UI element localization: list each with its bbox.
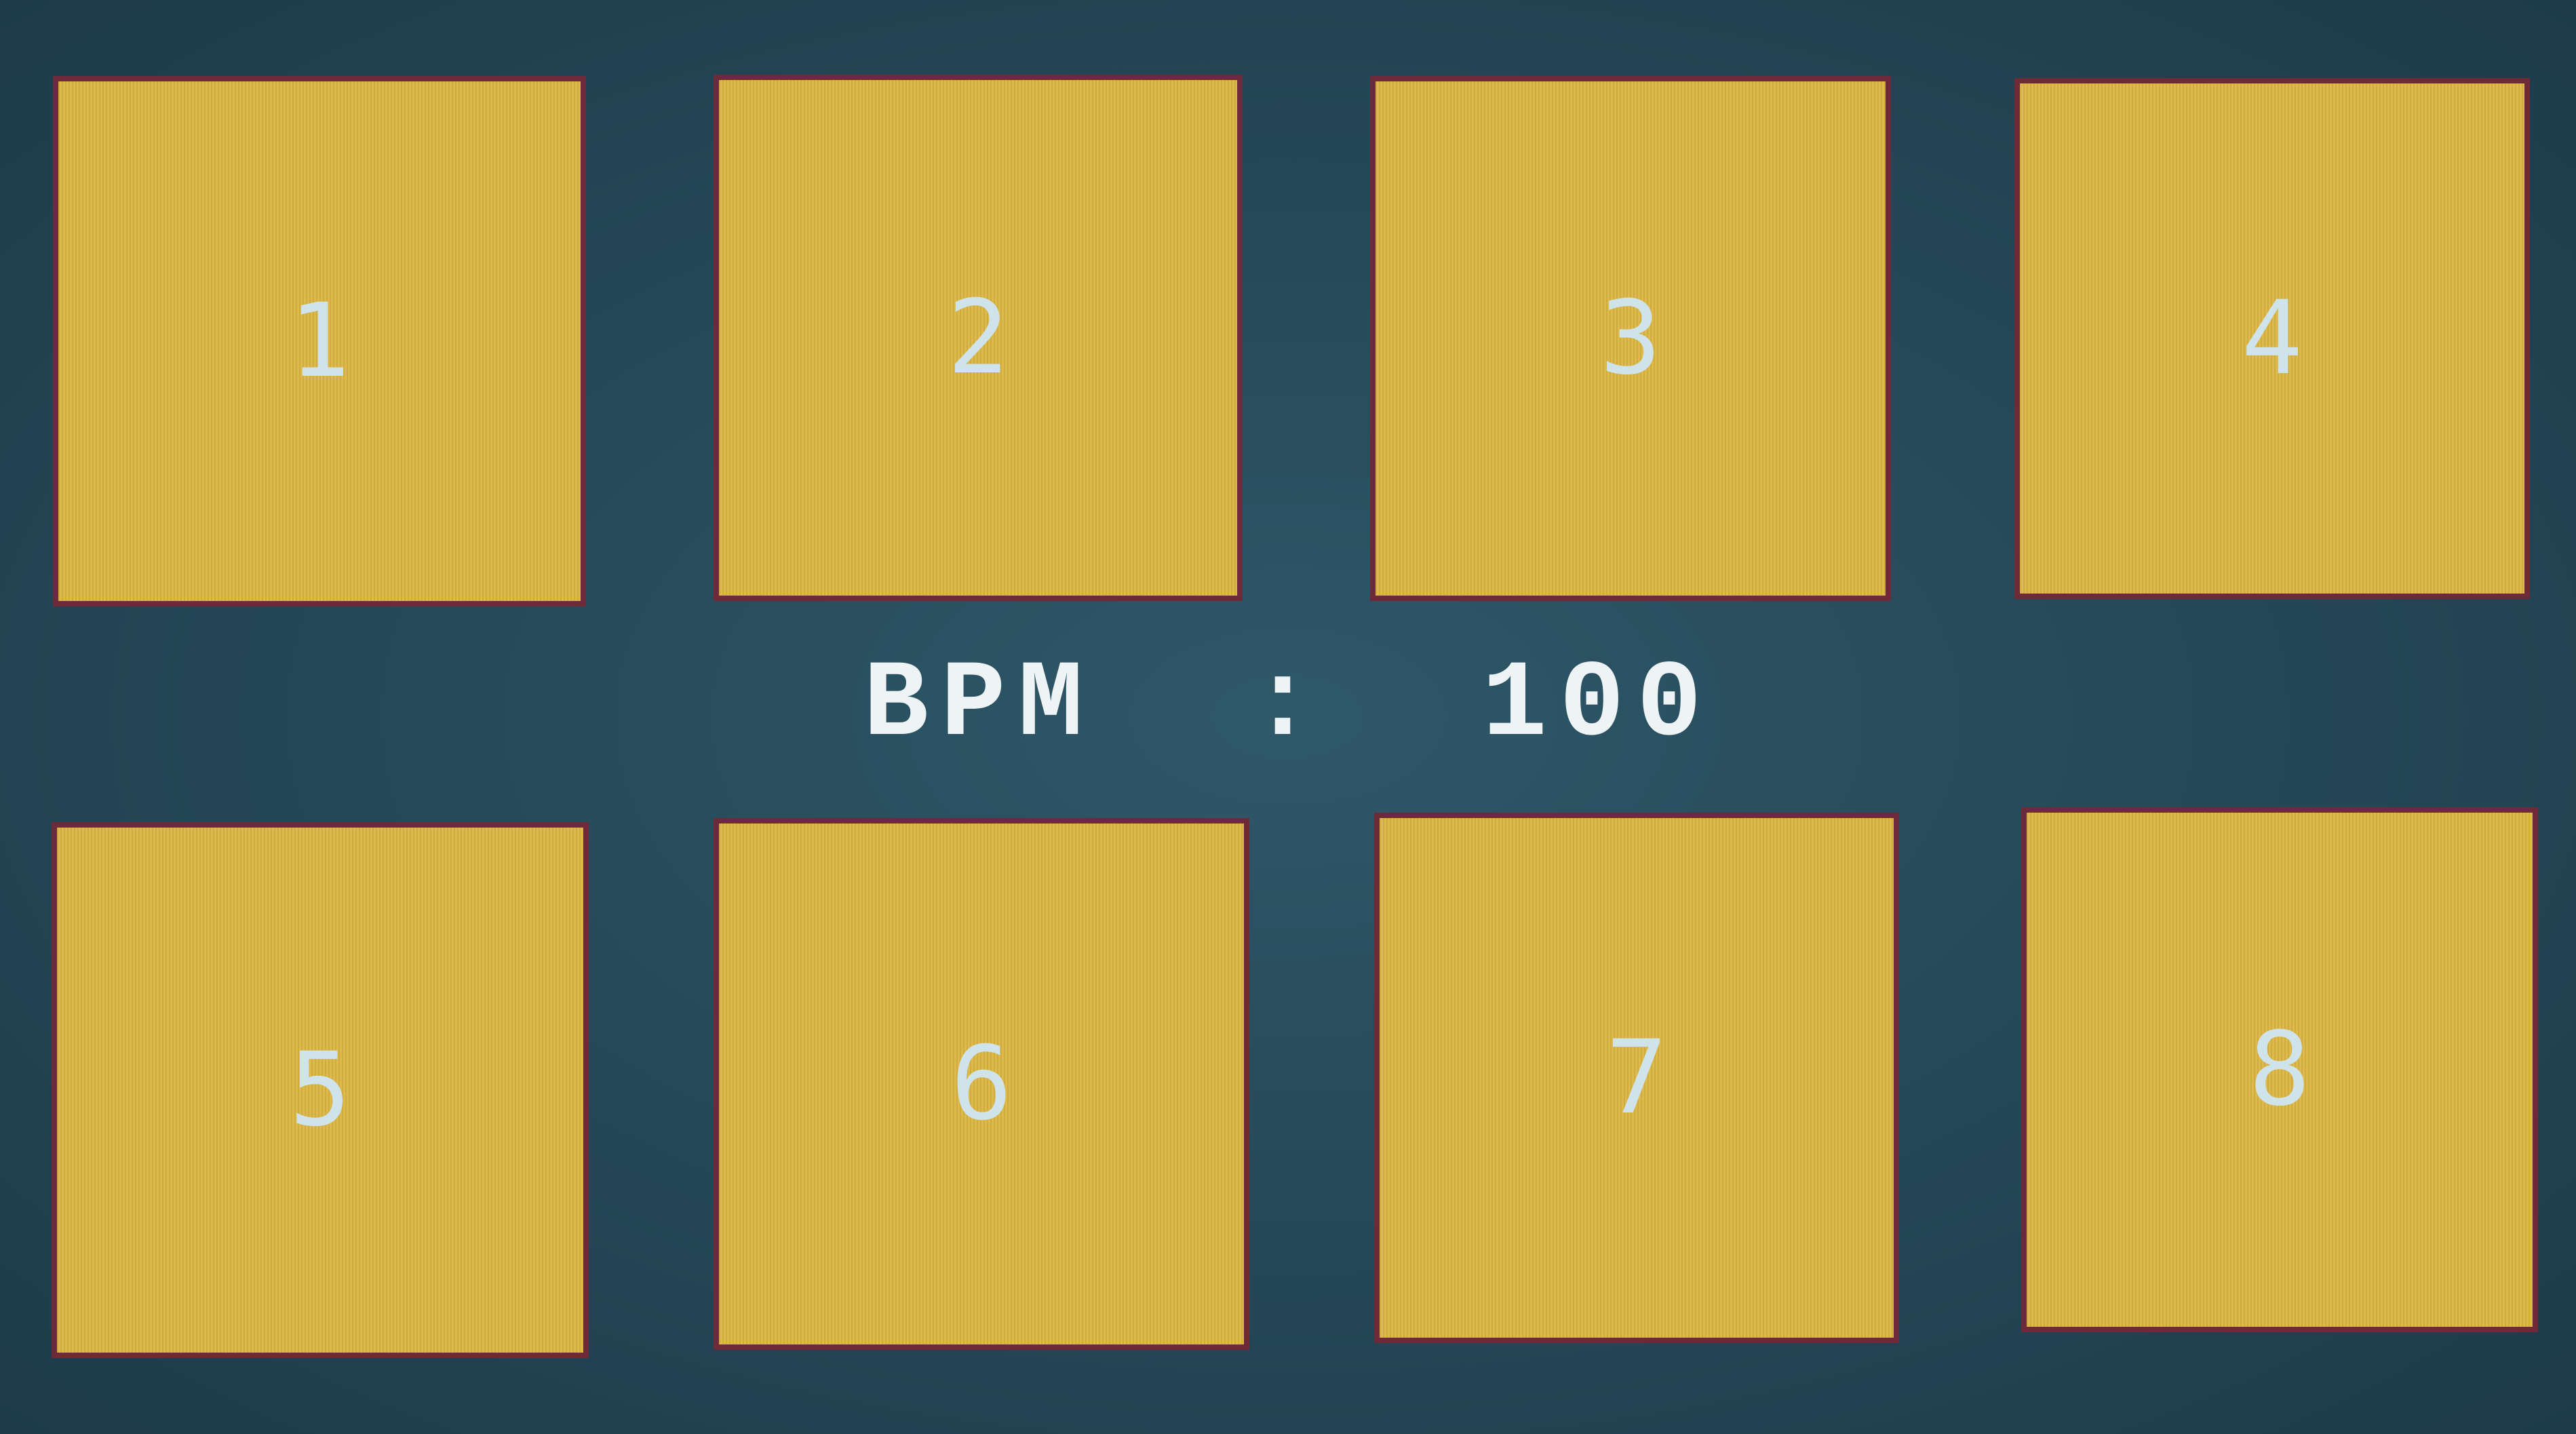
- pad-7-label: 7: [1605, 1019, 1668, 1137]
- pad-1[interactable]: 1: [53, 76, 586, 606]
- pad-1-label: 1: [288, 282, 351, 400]
- pad-5-label: 5: [289, 1031, 351, 1149]
- pad-4-label: 4: [2241, 279, 2303, 398]
- bpm-separator: :: [1249, 644, 1327, 767]
- pad-4[interactable]: 4: [2014, 78, 2530, 599]
- pad-5[interactable]: 5: [52, 822, 589, 1358]
- drum-pad-screen: 1 2 3 4 BPM : 100 5 6 7 8: [0, 0, 2576, 1434]
- bpm-label: BPM: [863, 644, 1095, 767]
- bpm-display: BPM : 100: [814, 644, 1763, 767]
- pad-2[interactable]: 2: [714, 75, 1243, 601]
- pad-7[interactable]: 7: [1374, 813, 1899, 1343]
- pad-3-label: 3: [1599, 279, 1662, 398]
- pad-6-label: 6: [950, 1025, 1013, 1143]
- pad-3[interactable]: 3: [1370, 76, 1891, 601]
- pad-8-label: 8: [2248, 1011, 2311, 1129]
- pad-2-label: 2: [947, 279, 1009, 397]
- pad-6[interactable]: 6: [714, 818, 1249, 1350]
- bpm-spacer-1: [1095, 644, 1250, 767]
- bpm-spacer-2: [1327, 644, 1482, 767]
- pad-8[interactable]: 8: [2021, 807, 2538, 1332]
- bpm-value: 100: [1482, 644, 1715, 767]
